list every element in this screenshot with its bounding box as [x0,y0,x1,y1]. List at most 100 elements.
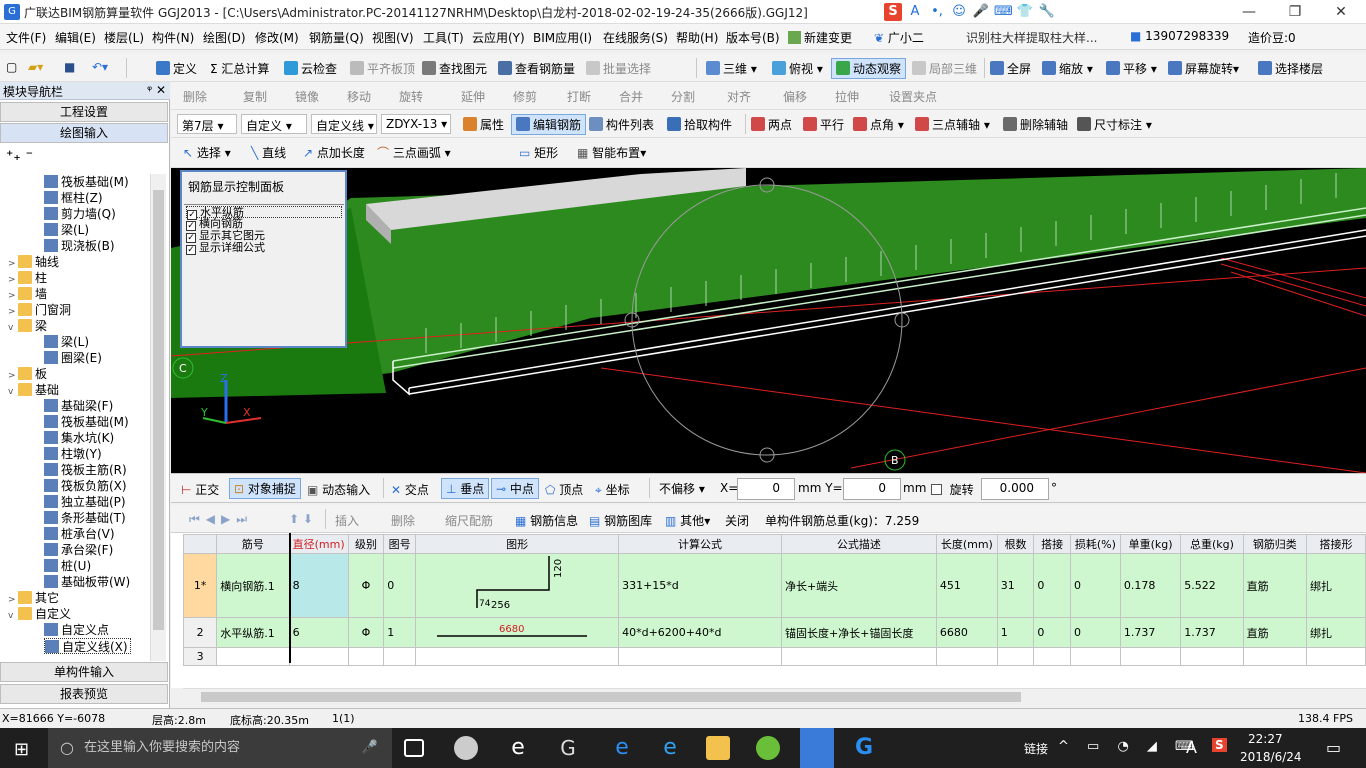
cell-empty[interactable] [415,647,620,666]
file-explorer-icon[interactable] [706,736,730,760]
floor-select[interactable]: 第7层 ▾ [177,114,237,134]
cost-beans[interactable]: 造价豆:0 [1248,29,1296,46]
user-phone[interactable]: ■ 13907298339 [1130,29,1229,43]
cell-figure-no[interactable]: 0 [383,553,417,618]
ime-emoji-icon[interactable]: ☺ [950,3,968,21]
tree-item[interactable]: 基础梁(F) [44,398,113,414]
insert-row-button[interactable]: 插入 [335,512,359,529]
table-row[interactable]: 2 水平纵筋.1 6 Φ 1 6680 40*d+6200+40*d 锚固长度+… [182,617,1366,648]
extend-button[interactable]: 延伸 [461,88,485,105]
tree-item[interactable]: 筏板负筋(X) [44,478,127,494]
col-count[interactable]: 根数 [996,534,1035,554]
tree-item[interactable]: 框柱(Z) [44,190,103,206]
tree-item[interactable]: v梁 [8,318,47,334]
smart-layout-button[interactable]: ▦ 智能布置▾ [577,144,646,161]
cell-grade[interactable]: Φ [347,553,385,618]
tree-item[interactable]: > 门窗洞 [8,302,71,318]
menu-file[interactable]: 文件(F) [6,29,46,46]
3d-viewport[interactable]: C B Z Y X [171,168,1366,473]
cell-loss[interactable]: 0 [1069,617,1121,648]
point-angle-button[interactable]: 点角 ▾ [853,116,904,133]
cell-empty[interactable] [1033,647,1071,666]
glodon-g-icon[interactable]: G [852,736,876,760]
expand-collapse-icon[interactable]: ⁺₊ ⁻ [6,148,33,164]
mirror-button[interactable]: 镜像 [295,88,319,105]
link-label[interactable]: 链接 [1024,740,1048,757]
cell-total-weight[interactable]: 5.522 [1180,553,1244,618]
cell-lap-type[interactable]: 绑扎 [1305,617,1366,648]
cell-empty[interactable] [347,647,385,666]
col-length[interactable]: 长度(mm) [935,534,998,554]
row-number[interactable]: 3 [182,647,218,666]
rebar-3d-scene[interactable]: C B Z Y X [171,168,1366,473]
task-view-icon[interactable] [404,739,424,757]
menu-component[interactable]: 构件(N) [152,29,194,46]
tree-item[interactable]: > 板 [8,366,47,382]
tree-item[interactable]: 自定义线(X) [44,638,131,654]
cell-empty[interactable] [1180,647,1244,666]
tree-scrollbar[interactable] [150,174,166,661]
pan-button[interactable]: 平移 ▾ [1106,60,1157,77]
save-icon[interactable]: ■ [64,60,75,74]
rebar-info-button[interactable]: ▦ 钢筋信息 [515,512,578,529]
cell-empty[interactable] [1119,647,1182,666]
sogou-icon[interactable]: S [884,3,902,21]
pick-component-button[interactable]: 拾取构件 [667,116,732,133]
col-total-weight[interactable]: 总重(kg) [1180,534,1244,554]
checkbox-unchecked-icon[interactable] [931,484,942,495]
close-button[interactable]: ✕ [1318,0,1364,24]
cell-count[interactable]: 31 [996,553,1035,618]
col-grade[interactable]: 级别 [347,534,385,554]
checkbox-checked-icon[interactable]: ✓ [186,245,196,255]
dimension-button[interactable]: 尺寸标注 ▾ [1077,116,1152,133]
tree-scroll-thumb[interactable] [153,190,164,630]
delete-axis-button[interactable]: 删除辅轴 [1003,116,1068,133]
cell-lap[interactable]: 0 [1033,553,1071,618]
merge-button[interactable]: 合并 [619,88,643,105]
cell-length[interactable]: 451 [935,553,998,618]
tree-item[interactable]: 剪力墙(Q) [44,206,116,222]
menu-floor[interactable]: 楼层(L) [104,29,144,46]
top-view-button[interactable]: 俯视 ▾ [772,60,823,77]
midpoint-snap[interactable]: ⊸ 中点 [491,478,539,499]
menu-tools[interactable]: 工具(T) [423,29,464,46]
col-figure-no[interactable]: 图号 [383,534,417,554]
record-nav-icons[interactable]: ⏮◀▶⏭ [189,512,253,527]
menu-draw[interactable]: 绘图(D) [203,29,246,46]
ime-toolbar[interactable]: S A •, ☺ 🎤 ⌨ 👕 🔧 [884,3,1060,21]
ime-keyboard-icon[interactable]: ⌨ [994,3,1013,21]
hint-text[interactable]: 识别柱大样提取柱大样... [966,29,1097,46]
parallel-axis-button[interactable]: 平行 [803,116,844,133]
offset-mode-select[interactable]: 不偏移 ▾ [655,478,713,498]
cell-total-weight[interactable]: 1.737 [1180,617,1244,648]
cell-empty[interactable] [935,647,998,666]
cell-empty[interactable] [1305,647,1366,666]
delete-button[interactable]: 删除 [183,88,207,105]
scale-rebar-button[interactable]: 缩尺配筋 [445,512,493,529]
tree-item[interactable]: > 墙 [8,286,47,302]
cell-grade[interactable]: Φ [347,617,385,648]
menu-version[interactable]: 版本号(B) [726,29,780,46]
summary-calc-button[interactable]: Σ 汇总计算 [210,60,269,77]
intersection-snap[interactable]: ✕ 交点 [391,481,429,498]
cell-empty[interactable] [996,647,1035,666]
col-formula-desc[interactable]: 公式描述 [780,534,937,554]
three-point-arc-button[interactable]: ⌒ 三点画弧 ▾ [377,144,451,161]
ime-tools-icon[interactable]: 🔧 [1038,3,1056,21]
perpendicular-snap[interactable]: ⊥ 垂点 [441,478,490,499]
cell-empty[interactable] [618,647,782,666]
cell-count[interactable]: 1 [996,617,1035,648]
expanded-arrow-icon[interactable]: v [8,384,18,400]
notification-icon[interactable]: ▭ [1326,738,1341,757]
cell-rebar-no[interactable]: 横向钢筋.1 [216,553,290,618]
cell-loss[interactable]: 0 [1069,553,1121,618]
ime-voice-icon[interactable]: 🎤 [972,3,990,21]
col-lap-type[interactable]: 搭接形 [1305,534,1366,554]
point-length-button[interactable]: ↗ 点加长度 [303,144,365,161]
trim-button[interactable]: 修剪 [513,88,537,105]
view-rebar-qty-button[interactable]: 查看钢筋量 [498,60,575,77]
cell-empty[interactable] [383,647,417,666]
browser-icon[interactable]: G [556,736,580,760]
project-settings-button[interactable]: 工程设置 [0,102,168,122]
zoom-button[interactable]: 缩放 ▾ [1042,60,1093,77]
